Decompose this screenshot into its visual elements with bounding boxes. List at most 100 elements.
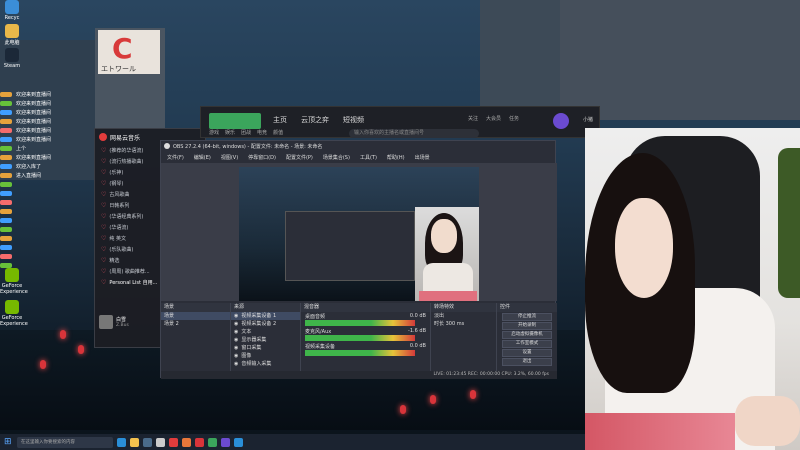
lantern: [430, 395, 436, 404]
chat-text: 进入直播间: [16, 172, 42, 179]
app-icon[interactable]: [195, 437, 204, 447]
desktop-shortcut[interactable]: Recyc: [0, 0, 24, 21]
fan-badge-icon: [0, 217, 12, 223]
obs-menu-item[interactable]: 编辑(E): [194, 154, 211, 161]
transition-select[interactable]: 淡出: [431, 312, 496, 320]
client-category[interactable]: 颜值: [273, 129, 283, 136]
control-button[interactable]: 启动虚拟摄像机: [502, 331, 552, 339]
obs-menu-item[interactable]: 视图(V): [221, 154, 238, 161]
chat-message: 欢迎入库了: [0, 162, 100, 170]
source-item[interactable]: ◉ 视频采集设备 2: [231, 320, 300, 328]
client-username[interactable]: 小猪: [583, 116, 593, 123]
stream-client-window[interactable]: 主页 云顶之弈 短视频 游戏 娱乐 团战 电竞 颜值 输入你喜欢的主播名或直播间号 关注 大会…: [200, 106, 600, 138]
fan-badge-icon: [0, 127, 12, 133]
taskbar-search-input[interactable]: 在这里输入你要搜索的内容: [17, 436, 113, 448]
eye-icon[interactable]: ◉: [234, 344, 238, 352]
source-item[interactable]: ◉ 窗口采集: [231, 344, 300, 352]
source-item[interactable]: ◉ 显示器采集: [231, 336, 300, 344]
chat-message: 欢迎来到直播间: [0, 126, 100, 134]
fan-badge-icon: [0, 244, 12, 250]
client-category[interactable]: 电竞: [257, 129, 267, 136]
shortcut-icon: [5, 24, 19, 38]
fan-badge-icon: [0, 181, 12, 187]
desktop-shortcut[interactable]: 此电脑: [0, 24, 24, 46]
client-search-input[interactable]: 输入你喜欢的主播名或直播间号: [349, 129, 479, 138]
heart-icon: ♡: [101, 158, 107, 165]
client-stat[interactable]: 大会员: [486, 115, 501, 122]
heart-icon: ♡: [101, 147, 107, 154]
app-icon[interactable]: [208, 437, 217, 447]
steam-icon[interactable]: [143, 437, 152, 447]
edge-icon[interactable]: [117, 437, 126, 447]
obs-menu-item[interactable]: 帮助(H): [387, 154, 405, 161]
client-nav-item[interactable]: 短视频: [343, 115, 364, 125]
client-stats: 关注 大会员 任务: [468, 115, 519, 122]
app-icon[interactable]: [182, 437, 191, 447]
folder-icon[interactable]: [130, 437, 139, 447]
scene-item[interactable]: 场景 2: [161, 320, 230, 328]
chat-message: [0, 234, 100, 242]
scene-item[interactable]: 场景: [161, 312, 230, 320]
fan-badge-icon: [0, 172, 12, 178]
lantern: [40, 360, 46, 369]
eye-icon[interactable]: ◉: [234, 360, 238, 368]
app-icon[interactable]: [221, 437, 230, 447]
volume-slider[interactable]: [305, 338, 415, 341]
control-button[interactable]: 工作室模式: [502, 340, 552, 348]
lantern: [78, 345, 84, 354]
client-nav-item[interactable]: 云顶之弈: [301, 115, 329, 125]
playlist-label: 日韩系列: [109, 203, 130, 209]
eye-icon[interactable]: ◉: [234, 352, 238, 360]
obs-window[interactable]: OBS 27.2.4 (64-bit, windows) - 配置文件: 未命名…: [160, 140, 557, 379]
obs-menu-item[interactable]: 文件(F): [167, 154, 184, 161]
client-category[interactable]: 娱乐: [225, 129, 235, 136]
source-label: 窗口采集: [241, 345, 262, 351]
volume-slider[interactable]: [305, 323, 415, 326]
obs-menu-item[interactable]: 配置文件(P): [286, 154, 313, 161]
client-stat[interactable]: 关注: [468, 115, 478, 122]
mixer-channel-head: 麦克风/Aux -1.6 dB: [305, 328, 426, 335]
music-icon[interactable]: [169, 437, 178, 447]
eye-icon[interactable]: ◉: [234, 320, 238, 328]
app-icon[interactable]: [234, 437, 243, 447]
desktop-shortcut[interactable]: Steam: [0, 48, 24, 69]
control-button[interactable]: 设置: [502, 349, 552, 357]
eye-icon[interactable]: ◉: [234, 336, 238, 344]
obs-menu-item[interactable]: 出场景: [415, 154, 430, 161]
obs-menu-item[interactable]: 停靠窗口(D): [248, 154, 276, 161]
transition-duration[interactable]: 时长 300 ms: [431, 320, 496, 328]
chat-text: 欢迎来到直播间: [16, 118, 52, 125]
chat-message: 上个: [0, 144, 100, 152]
source-item[interactable]: ◉ 视频采集设备 1: [231, 312, 300, 320]
windows-start-icon[interactable]: ⊞: [4, 437, 13, 447]
user-avatar[interactable]: [553, 113, 569, 129]
control-button[interactable]: 退出: [502, 358, 552, 366]
eye-icon[interactable]: ◉: [234, 328, 238, 336]
control-button[interactable]: 停止推流: [502, 313, 552, 321]
source-item[interactable]: ◉ 文本: [231, 328, 300, 336]
plant: [778, 148, 800, 298]
client-categories: 游戏 娱乐 团战 电竞 颜值: [209, 129, 283, 136]
now-playing-artist: Z.Bus: [116, 323, 129, 328]
obs-menu-item[interactable]: 工具(T): [360, 154, 377, 161]
source-item[interactable]: ◉ 音频输入采集: [231, 360, 300, 368]
playlist-label: 纯 英文: [109, 236, 126, 242]
client-category[interactable]: 团战: [241, 129, 251, 136]
client-category[interactable]: 游戏: [209, 129, 219, 136]
chat-message: 欢迎来到直播间: [0, 153, 100, 161]
obs-menu-item[interactable]: 场景集合(S): [323, 154, 350, 161]
obs-preview[interactable]: [161, 163, 557, 301]
keyboard: [585, 413, 735, 450]
eye-icon[interactable]: ◉: [234, 312, 238, 320]
source-item[interactable]: ◉ 图像: [231, 352, 300, 360]
fan-badge-icon: [0, 163, 12, 169]
heart-icon: ♡: [101, 235, 107, 242]
desktop-shortcut[interactable]: GeForce Experience: [0, 300, 28, 327]
volume-slider[interactable]: [305, 353, 415, 356]
client-stat[interactable]: 任务: [509, 115, 519, 122]
control-button[interactable]: 开始录制: [502, 322, 552, 330]
obs-icon[interactable]: [156, 437, 165, 447]
chat-message: [0, 198, 100, 206]
sources-dock: 来源 ◉ 视频采集设备 1 ◉ 视频采集设备 2 ◉ 文本 ◉ 显示器采集 ◉ 窗口采集 ◉ 图像 ◉ 音…: [231, 303, 301, 379]
client-nav-item[interactable]: 主页: [273, 115, 287, 125]
